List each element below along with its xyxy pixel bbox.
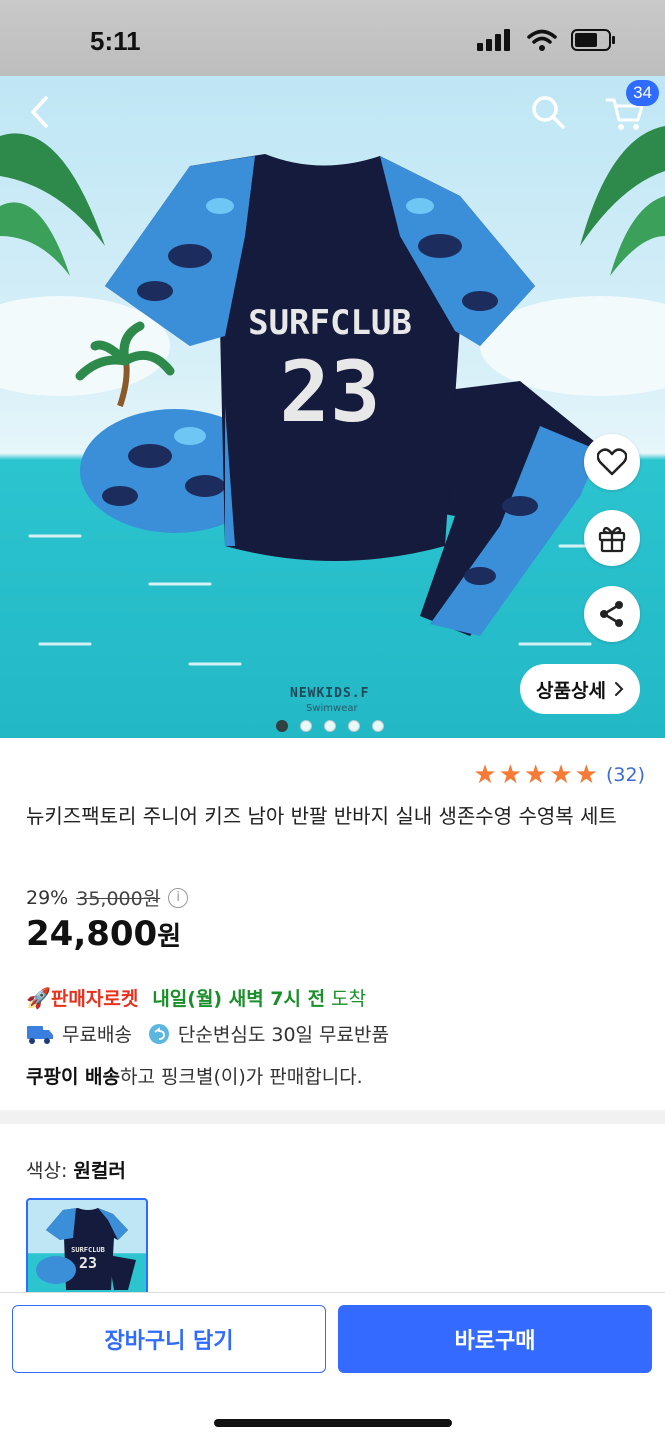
star-icon: ★ — [574, 760, 598, 790]
product-rating[interactable]: ★ ★ ★ ★ ★ (32) — [473, 762, 645, 788]
shipping-row: 무료배송 단순변심도 30일 무료반품 — [26, 1020, 389, 1047]
product-title: 뉴키즈팩토리 주니어 키즈 남아 반팔 반바지 실내 생존수영 수영복 세트 — [26, 804, 617, 828]
star-icon: ★ — [473, 760, 497, 790]
price-value: 24,800 — [26, 914, 158, 954]
rocket-icon: 🚀 — [26, 985, 51, 1010]
product-image: SURFCLUB 23 — [0, 126, 665, 666]
return-policy: 단순변심도 30일 무료반품 — [177, 1024, 389, 1046]
carousel-dot[interactable] — [348, 720, 360, 732]
sale-price: 24,800원 — [26, 914, 181, 954]
section-divider — [0, 1110, 665, 1124]
home-indicator — [214, 1419, 452, 1427]
share-button[interactable] — [584, 586, 640, 642]
delivery-eta: 내일(월) 새벽 7시 전 도착 — [152, 988, 367, 1010]
cart-button[interactable]: 34 — [596, 76, 665, 136]
color-option-label: 색상: 원컬러 — [26, 1160, 126, 1182]
chevron-right-icon — [614, 682, 624, 696]
search-icon — [532, 96, 565, 129]
price-unit: 원 — [157, 922, 182, 952]
chevron-left-icon — [31, 96, 48, 128]
product-detail-label: 상품상세 — [536, 679, 606, 702]
thumbnail-image: SURFCLUB 23 — [36, 1208, 136, 1290]
shirt-text: SURFCLUB — [248, 303, 412, 343]
wifi-icon — [527, 29, 557, 51]
share-icon — [600, 601, 623, 627]
search-button[interactable] — [524, 88, 572, 136]
product-image-carousel[interactable]: SURFCLUB 23 34 NEWKIDS.F Swimwear 상품상세 — [0, 76, 665, 738]
star-icon: ★ — [524, 760, 548, 790]
status-icons — [477, 28, 617, 52]
discount-row: 29% 35,000원 i — [26, 884, 189, 911]
product-detail-button[interactable]: 상품상세 — [520, 664, 640, 714]
wishlist-button[interactable] — [584, 434, 640, 490]
status-time: 5:11 — [90, 26, 141, 56]
svg-text:SURFCLUB: SURFCLUB — [71, 1246, 105, 1254]
add-to-cart-button[interactable]: 장바구니 담기 — [12, 1305, 326, 1373]
signal-icon — [477, 29, 510, 51]
shirt-number: 23 — [279, 343, 380, 441]
gift-button[interactable] — [584, 510, 640, 566]
delivery-row: 🚀 판매자로켓 내일(월) 새벽 7시 전 도착 — [26, 984, 366, 1011]
carousel-dot[interactable] — [372, 720, 384, 732]
heart-icon — [597, 448, 627, 476]
gift-icon — [598, 526, 626, 553]
back-button[interactable] — [18, 90, 62, 134]
bottom-action-bar: 장바구니 담기 바로구매 — [0, 1292, 665, 1440]
info-icon[interactable]: i — [168, 887, 189, 908]
battery-icon — [571, 29, 615, 51]
return-icon — [148, 1023, 169, 1044]
color-option-thumbnail[interactable]: SURFCLUB 23 — [26, 1198, 148, 1298]
cart-count-badge: 34 — [626, 80, 659, 106]
carousel-dot[interactable] — [324, 720, 336, 732]
svg-text:23: 23 — [79, 1254, 97, 1272]
carousel-dot[interactable] — [276, 720, 288, 732]
rocket-label: 판매자로켓 — [50, 988, 139, 1010]
truck-icon — [27, 1025, 53, 1044]
star-icon: ★ — [498, 760, 523, 790]
discount-rate: 29% — [26, 886, 69, 909]
brand-subtitle: Swimwear — [306, 703, 358, 714]
brand-watermark: NEWKIDS.F — [290, 686, 370, 701]
seller-info: 쿠팡이 배송하고 핑크별(이)가 판매합니다. — [26, 1066, 363, 1088]
star-icon: ★ — [549, 760, 573, 790]
original-price: 35,000원 — [76, 888, 161, 910]
buy-now-button[interactable]: 바로구매 — [338, 1305, 652, 1373]
free-shipping: 무료배송 — [62, 1024, 132, 1046]
carousel-dot[interactable] — [300, 720, 312, 732]
carousel-dots — [276, 720, 384, 732]
status-bar: 5:11 — [0, 0, 665, 76]
rating-count[interactable]: (32) — [606, 764, 645, 786]
